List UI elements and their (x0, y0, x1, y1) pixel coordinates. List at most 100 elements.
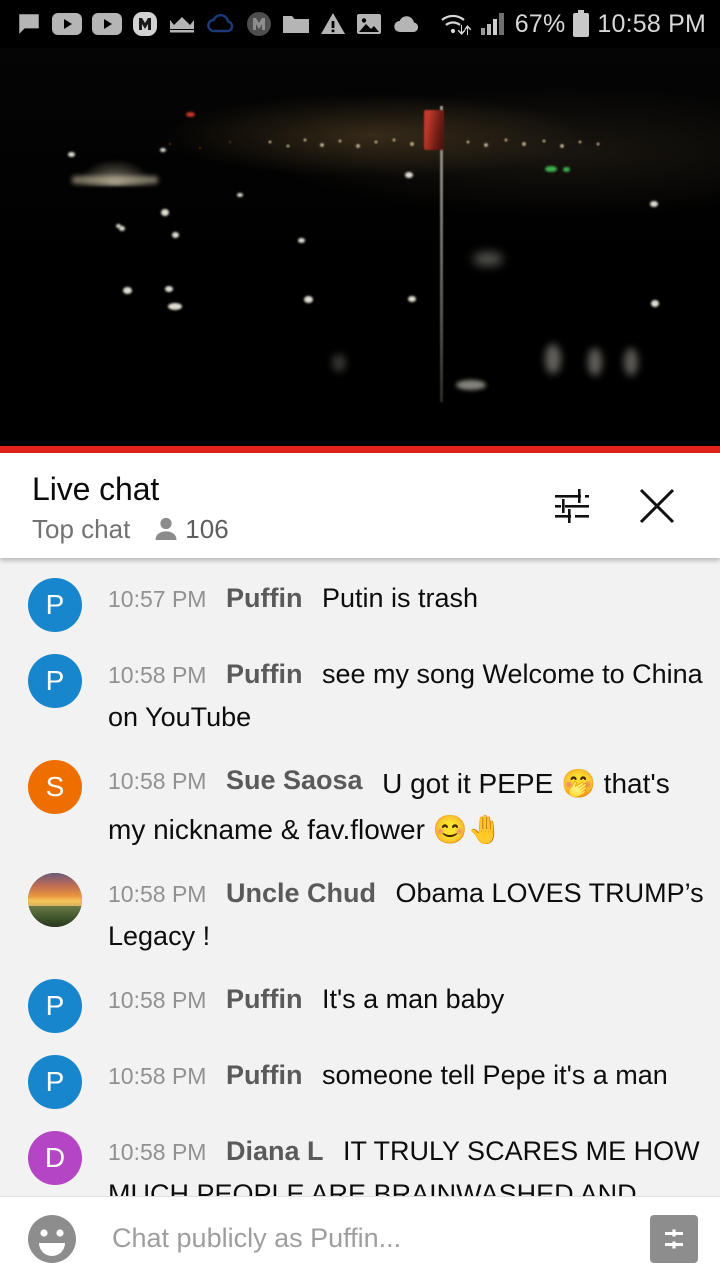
message-author[interactable]: Puffin (226, 984, 302, 1014)
youtube-icon (92, 13, 122, 35)
viewer-count-label: 106 (185, 514, 229, 544)
message-author[interactable]: Puffin (226, 659, 302, 689)
avatar[interactable] (28, 873, 82, 927)
superchat-button[interactable] (650, 1214, 698, 1263)
status-bar-system-icons: 67% 10:58 PM (439, 10, 706, 39)
viewer-count: 106 (154, 513, 229, 545)
light-spark (165, 286, 173, 292)
avatar[interactable]: S (28, 760, 82, 814)
message-text: Putin is trash (321, 583, 479, 613)
chat-message-body: 10:58 PM Puffin someone tell Pepe it's a… (108, 1054, 704, 1097)
message-author[interactable]: Puffin (226, 1060, 302, 1090)
image-icon (357, 14, 381, 34)
chat-message-body: 10:57 PM Puffin Putin is trash (108, 577, 704, 620)
video-progress-played (0, 446, 720, 453)
live-video-player[interactable] (0, 48, 720, 446)
avatar[interactable]: P (28, 1055, 82, 1109)
avatar[interactable]: P (28, 578, 82, 632)
avatar-letter: P (45, 1066, 65, 1097)
crown-icon (170, 17, 194, 33)
light-spark (298, 238, 305, 243)
chat-input[interactable] (112, 1223, 650, 1254)
live-chat-header-actions (548, 469, 720, 529)
chat-message-body: 10:58 PM Uncle Chud Obama LOVES TRUMP’s … (108, 872, 704, 957)
superchat-dollar-icon (662, 1228, 686, 1249)
window-glow (545, 344, 561, 374)
emoji-smiley-icon[interactable] (26, 1213, 78, 1265)
clock-label: 10:58 PM (597, 9, 706, 38)
light-spark (563, 167, 570, 172)
light-spark (161, 209, 169, 216)
chat-message-body: 10:58 PM Sue Saosa U got it PEPE 🤭 that'… (108, 759, 704, 851)
light-spark (116, 224, 121, 228)
light-spark (651, 300, 659, 307)
live-chat-header: Live chat Top chat 106 (0, 453, 720, 558)
message-text: someone tell Pepe it's a man (321, 1060, 668, 1090)
chat-message-body: 10:58 PM Diana L IT TRULY SCARES ME HOW … (108, 1130, 704, 1206)
light-glow (473, 252, 503, 266)
light-spark (650, 201, 658, 207)
light-spark (304, 296, 313, 303)
live-chat-subheader: Top chat 106 (32, 513, 548, 545)
window-glow (332, 354, 346, 372)
chat-input-bar (0, 1196, 720, 1280)
light-spark (545, 166, 557, 172)
chat-mode-label[interactable]: Top chat (32, 513, 130, 545)
night-sky-backdrop (0, 48, 720, 446)
close-icon (639, 488, 675, 524)
warning-triangle-icon (321, 13, 345, 34)
chat-message-body: 10:58 PM Puffin It's a man baby (108, 978, 704, 1021)
chat-message[interactable]: 10:58 PM Uncle Chud Obama LOVES TRUMP’s … (0, 861, 720, 967)
chat-message[interactable]: P 10:58 PM Puffin see my song Welcome to… (0, 642, 720, 748)
page-title: Live chat (32, 471, 160, 507)
cloud-outline-icon (207, 14, 234, 33)
chat-message-body: 10:58 PM Puffin see my song Welcome to C… (108, 653, 704, 738)
chat-message[interactable]: P 10:58 PM Puffin someone tell Pepe it's… (0, 1043, 720, 1119)
person-icon (155, 517, 177, 540)
message-timestamp: 10:58 PM (108, 987, 207, 1013)
message-timestamp: 10:58 PM (108, 1063, 207, 1089)
battery-percent-label: 67% (514, 9, 566, 38)
avatar-letter: P (45, 589, 65, 620)
light-spark (405, 172, 413, 178)
message-author[interactable]: Diana L (226, 1136, 324, 1166)
avatar[interactable]: P (28, 979, 82, 1033)
chat-message[interactable]: P 10:57 PM Puffin Putin is trash (0, 566, 720, 642)
android-status-bar: 67% 10:58 PM (0, 0, 720, 48)
chat-settings-button[interactable] (548, 483, 594, 529)
message-timestamp: 10:58 PM (108, 881, 207, 907)
cloud-filled-icon (394, 16, 419, 33)
youtube-icon (52, 13, 82, 35)
chat-bubble-icon (19, 14, 39, 34)
light-spark (408, 296, 416, 302)
cellular-signal-icon (480, 13, 504, 35)
m-circle-icon (247, 12, 271, 36)
light-spark (186, 112, 195, 117)
message-timestamp: 10:57 PM (108, 586, 207, 612)
tune-icon (555, 489, 589, 523)
folder-icon (283, 16, 309, 33)
avatar[interactable]: P (28, 654, 82, 708)
message-text: It's a man baby (321, 984, 505, 1014)
light-spark (172, 232, 179, 238)
avatar[interactable]: D (28, 1131, 82, 1185)
message-timestamp: 10:58 PM (108, 1139, 207, 1165)
close-chat-button[interactable] (634, 483, 680, 529)
avatar-letter: P (45, 990, 65, 1021)
message-author[interactable]: Uncle Chud (226, 878, 376, 908)
video-progress-bar[interactable] (0, 446, 720, 453)
window-glow (588, 348, 602, 376)
battery-icon (573, 10, 590, 37)
flagpole (440, 106, 443, 402)
message-author[interactable]: Sue Saosa (226, 765, 363, 795)
live-chat-message-list[interactable]: P 10:57 PM Puffin Putin is trash P 10:58… (0, 558, 720, 1206)
light-spark (160, 148, 166, 152)
message-timestamp: 10:58 PM (108, 662, 207, 688)
avatar-letter: P (45, 665, 65, 696)
light-spark (456, 380, 486, 390)
message-author[interactable]: Puffin (226, 583, 302, 613)
chat-message[interactable]: P 10:58 PM Puffin It's a man baby (0, 967, 720, 1043)
chat-message[interactable]: S 10:58 PM Sue Saosa U got it PEPE 🤭 tha… (0, 748, 720, 861)
light-spark (168, 303, 182, 310)
chat-message[interactable]: D 10:58 PM Diana L IT TRULY SCARES ME HO… (0, 1119, 720, 1206)
